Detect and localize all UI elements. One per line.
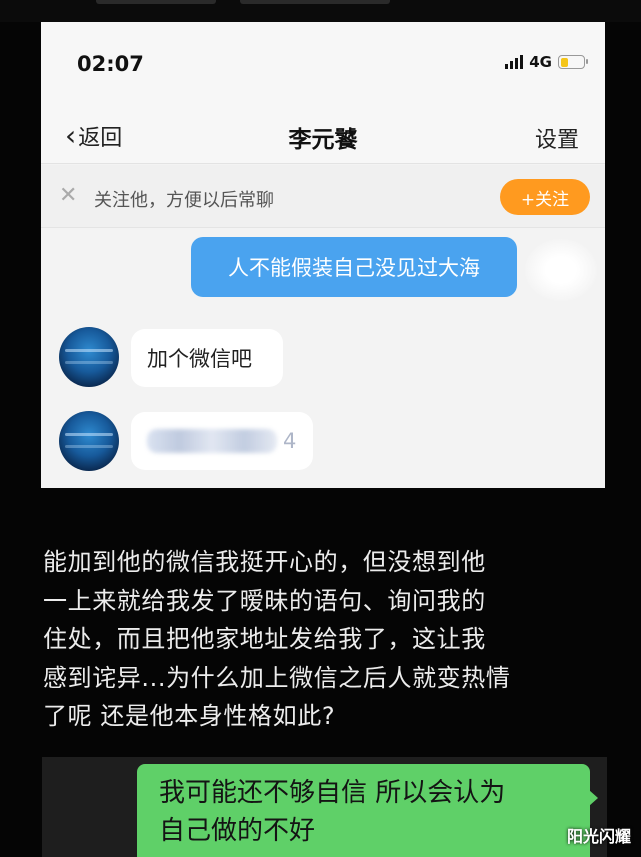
network-label: 4G [529, 53, 552, 71]
story-line: 住处，而且把他家地址发给我了，这让我 [43, 625, 486, 653]
bubble-tail [589, 790, 598, 806]
story-line: 能加到他的微信我挺开心的，但没想到他 [43, 548, 486, 576]
follow-button[interactable]: +关注 [500, 179, 590, 215]
contact-avatar[interactable] [59, 411, 119, 471]
chat-title: 李元饕 [288, 127, 358, 153]
incoming-message[interactable]: 加个微信吧 [131, 329, 283, 387]
reply-message[interactable]: 我可能还不够自信 所以会认为 自己做的不好 [137, 764, 590, 857]
top-cropped-strip [0, 0, 641, 22]
follow-hint: 关注他，方便以后常聊 [94, 190, 274, 211]
close-icon[interactable]: ✕ [59, 183, 77, 208]
status-time: 02:07 [77, 52, 144, 76]
chat-screenshot: 02:07 4G ‹ 返回 李元饕 设置 ✕ 关注他，方便以后常聊 +关注 人不… [41, 22, 605, 488]
reply-line: 我可能还不够自信 所以会认为 [159, 778, 506, 808]
story-line: 感到诧异...为什么加上微信之后人就变热情 [43, 663, 511, 692]
contact-avatar[interactable] [59, 327, 119, 387]
battery-icon [558, 55, 588, 69]
story-line: 了呢 还是他本身性格如此? [43, 702, 336, 730]
message-list: 人不能假装自己没见过大海 加个微信吧 4 [41, 229, 605, 488]
status-bar: 02:07 4G [41, 22, 605, 108]
signal-icon [505, 55, 524, 69]
settings-button[interactable]: 设置 [535, 122, 579, 154]
nav-bar: ‹ 返回 李元饕 设置 [41, 108, 605, 164]
watermark: 阳光闪耀 [566, 827, 631, 846]
self-avatar[interactable] [525, 239, 597, 301]
story-line: 一上来就给我发了暧昧的语句、询问我的 [43, 586, 486, 615]
status-icons: 4G [505, 53, 588, 71]
outgoing-message[interactable]: 人不能假装自己没见过大海 [191, 237, 517, 297]
visible-digit: 4 [283, 429, 297, 453]
reply-line: 自己做的不好 [159, 816, 316, 846]
story-text: 能加到他的微信我挺开心的，但没想到他 一上来就给我发了暧昧的语句、询问我的 住处… [43, 543, 613, 736]
follow-banner: ✕ 关注他，方便以后常聊 +关注 [41, 165, 605, 228]
incoming-message-redacted[interactable]: 4 [131, 412, 313, 470]
redaction-blur [147, 429, 277, 453]
